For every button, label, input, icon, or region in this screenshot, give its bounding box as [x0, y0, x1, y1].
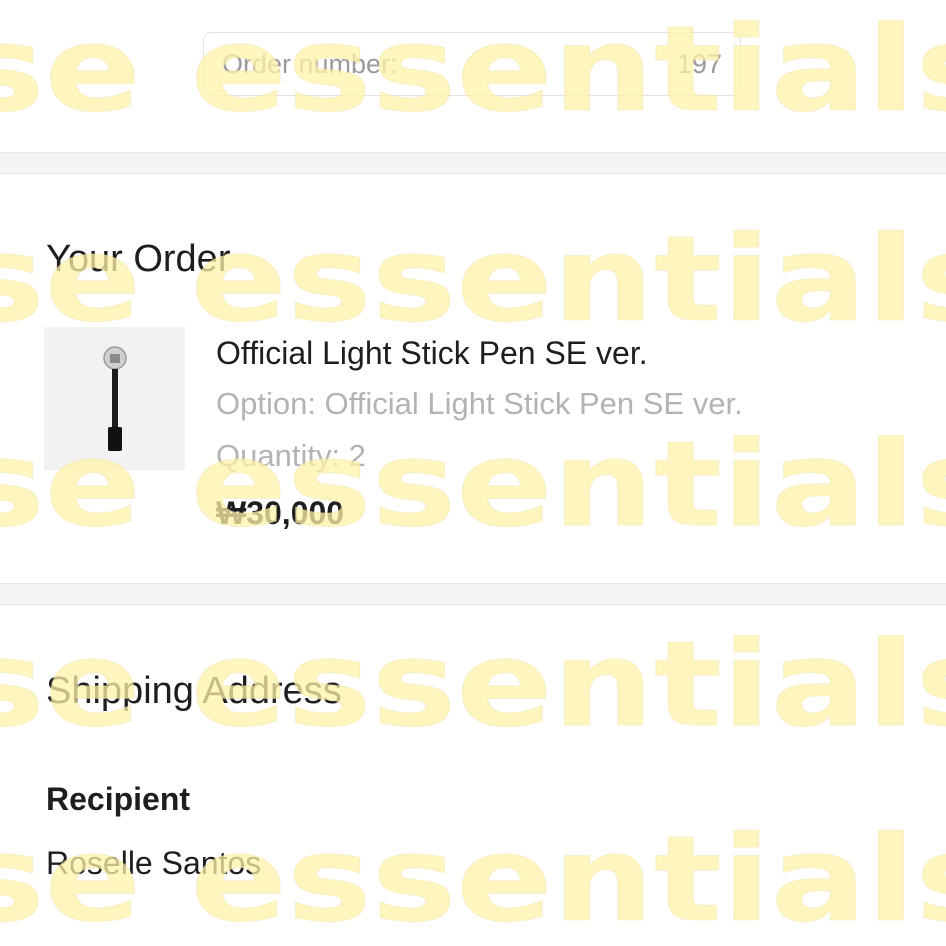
section-divider [0, 583, 946, 605]
product-thumbnail[interactable] [44, 327, 185, 470]
order-number-label: Order number: [222, 48, 398, 79]
recipient-value: Roselle Santos [46, 845, 262, 881]
order-number-value: 197 [676, 48, 722, 79]
your-order-heading: Your Order [46, 238, 231, 280]
product-option: Option: Official Light Stick Pen SE ver. [216, 386, 743, 421]
product-price: ₩30,000 [216, 495, 345, 531]
shipping-address-heading: Shipping Address [46, 670, 342, 712]
product-name[interactable]: Official Light Stick Pen SE ver. [216, 335, 648, 372]
section-divider [0, 152, 946, 174]
order-number-field[interactable]: Order number: 197 [203, 32, 741, 96]
product-quantity: Quantity: 2 [216, 438, 366, 473]
light-stick-pen-icon [103, 346, 127, 451]
recipient-label: Recipient [46, 781, 191, 817]
